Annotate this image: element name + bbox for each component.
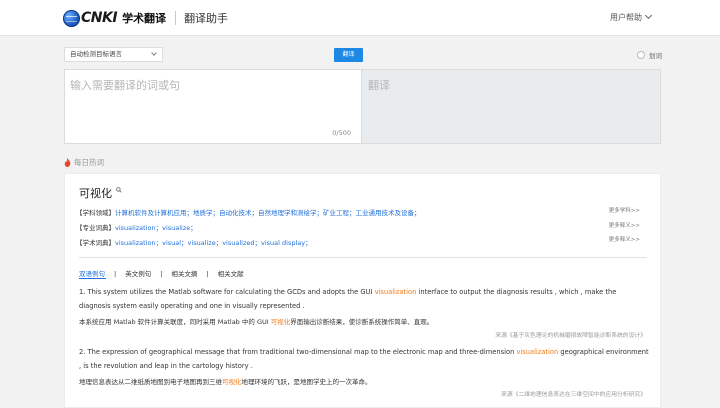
example-1-source[interactable]: 来源《基于灰色理论的机械磨损故障智能诊断系统的设计》 (495, 330, 646, 339)
source-text-input[interactable]: 输入需要翻译的词或句 0/500 (64, 69, 362, 144)
active-tab-indicator (79, 278, 106, 279)
more-definitions-link[interactable]: 更多释义>> (609, 235, 640, 243)
example-cn-text: 界面输出诊断结果，使诊断系统操作简单、直观。 (290, 318, 434, 326)
example-en-text: 1. This system utilizes the Matlab softw… (79, 288, 375, 296)
tab-separator: | (206, 270, 209, 278)
toggle-radio[interactable] (637, 51, 645, 59)
example-2-en: 2. The expression of geographical messag… (79, 346, 649, 373)
logo-divider (175, 11, 177, 25)
search-icon[interactable] (116, 187, 122, 193)
hot-word-panel: 可视化 【学科领域】计算机软件及计算机应用；地质学；自动化技术；自然地理学和测绘… (64, 173, 661, 408)
academic-dict-links[interactable]: visualization；visual；visualize；visualize… (115, 239, 312, 247)
row-label: 【专业词典】 (76, 224, 115, 232)
example-en-highlight: visualization (374, 288, 417, 296)
example-tabs: 双语例句 | 英文例句 | 相关文摘 | 相关文献 (79, 268, 244, 278)
example-cn-text: 本系统应用 Matlab 软件计算关联度，同时采用 Matlab 中的 GUI (79, 318, 271, 326)
academic-dict-row: 【学术词典】visualization；visual；visualize；vis… (76, 237, 312, 247)
example-1-cn: 本系统应用 Matlab 软件计算关联度，同时采用 Matlab 中的 GUI … (79, 316, 433, 326)
chevron-down-icon (644, 11, 653, 20)
example-en-highlight: visualization (516, 348, 559, 356)
example-en-text: 2. The expression of geographical messag… (79, 348, 517, 356)
subject-field-links[interactable]: 计算机软件及计算机应用；地质学；自动化技术；自然地理学和测绘学；矿业工程；工业通… (115, 209, 421, 217)
more-definitions-link[interactable]: 更多释义>> (609, 221, 640, 229)
tab-separator: | (160, 270, 163, 278)
example-cn-text: 地理信息表达从二维纸质地图到电子地图再到三维 (79, 378, 222, 386)
entry-word-text: 可视化 (79, 187, 112, 200)
more-subjects-link[interactable]: 更多学科>> (609, 206, 640, 214)
example-1-en: 1. This system utilizes the Matlab softw… (79, 286, 649, 313)
translation-output: 翻译 (362, 69, 661, 144)
translate-button[interactable]: 翻译 (334, 48, 363, 62)
hot-words-heading: 每日热词 (64, 157, 104, 168)
user-help-menu[interactable]: 用户帮助 (610, 11, 653, 23)
example-2-cn: 地理信息表达从二维纸质地图到电子地图再到三维可视化地理环境的飞跃，是地图学史上的… (79, 376, 372, 386)
logo[interactable]: CNKI 学术翻译 翻译助手 (63, 8, 228, 28)
target-language-select[interactable]: 自动检测目标语言 (64, 47, 163, 62)
example-cn-text: 地理环境的飞跃，是地图学史上的一次革命。 (241, 378, 372, 386)
target-language-value: 自动检测目标语言 (70, 50, 122, 58)
logo-cn: 学术翻译 (122, 12, 167, 25)
top-bar: CNKI 学术翻译 翻译助手 用户帮助 (0, 0, 720, 36)
fire-icon (64, 158, 71, 167)
tab-english[interactable]: 英文例句 (125, 270, 151, 278)
divider (79, 257, 647, 258)
professional-dict-links[interactable]: visualization；visualize； (115, 224, 197, 232)
example-cn-highlight: 可视化 (222, 378, 242, 386)
subject-field-row: 【学科领域】计算机软件及计算机应用；地质学；自动化技术；自然地理学和测绘学；矿业… (76, 207, 421, 217)
hot-words-title: 每日热词 (74, 158, 104, 167)
word-select-toggle[interactable]: 划词 (637, 50, 662, 60)
globe-icon (63, 9, 80, 27)
example-2-source[interactable]: 来源《二维地理信息表达在三维空间中的应用分析研究》 (501, 389, 646, 398)
example-cn-highlight: 可视化 (270, 318, 291, 326)
source-placeholder: 输入需要翻译的词或句 (70, 79, 180, 92)
tab-abstracts[interactable]: 相关文摘 (171, 270, 197, 278)
tab-separator: | (114, 270, 117, 278)
professional-dict-row: 【专业词典】visualization；visualize； (76, 222, 197, 232)
row-label: 【学术词典】 (76, 239, 115, 247)
output-placeholder: 翻译 (368, 79, 390, 92)
tab-literature[interactable]: 相关文献 (218, 270, 244, 278)
tab-bilingual[interactable]: 双语例句 (79, 270, 105, 278)
user-help-label: 用户帮助 (610, 13, 642, 22)
row-label: 【学科领域】 (76, 209, 115, 217)
app-subtitle: 翻译助手 (184, 12, 229, 25)
logo-text: CNKI (81, 10, 118, 26)
chevron-down-icon (151, 50, 157, 56)
char-counter: 0/500 (332, 129, 351, 137)
word-select-label: 划词 (649, 52, 662, 60)
entry-word: 可视化 (79, 185, 122, 201)
